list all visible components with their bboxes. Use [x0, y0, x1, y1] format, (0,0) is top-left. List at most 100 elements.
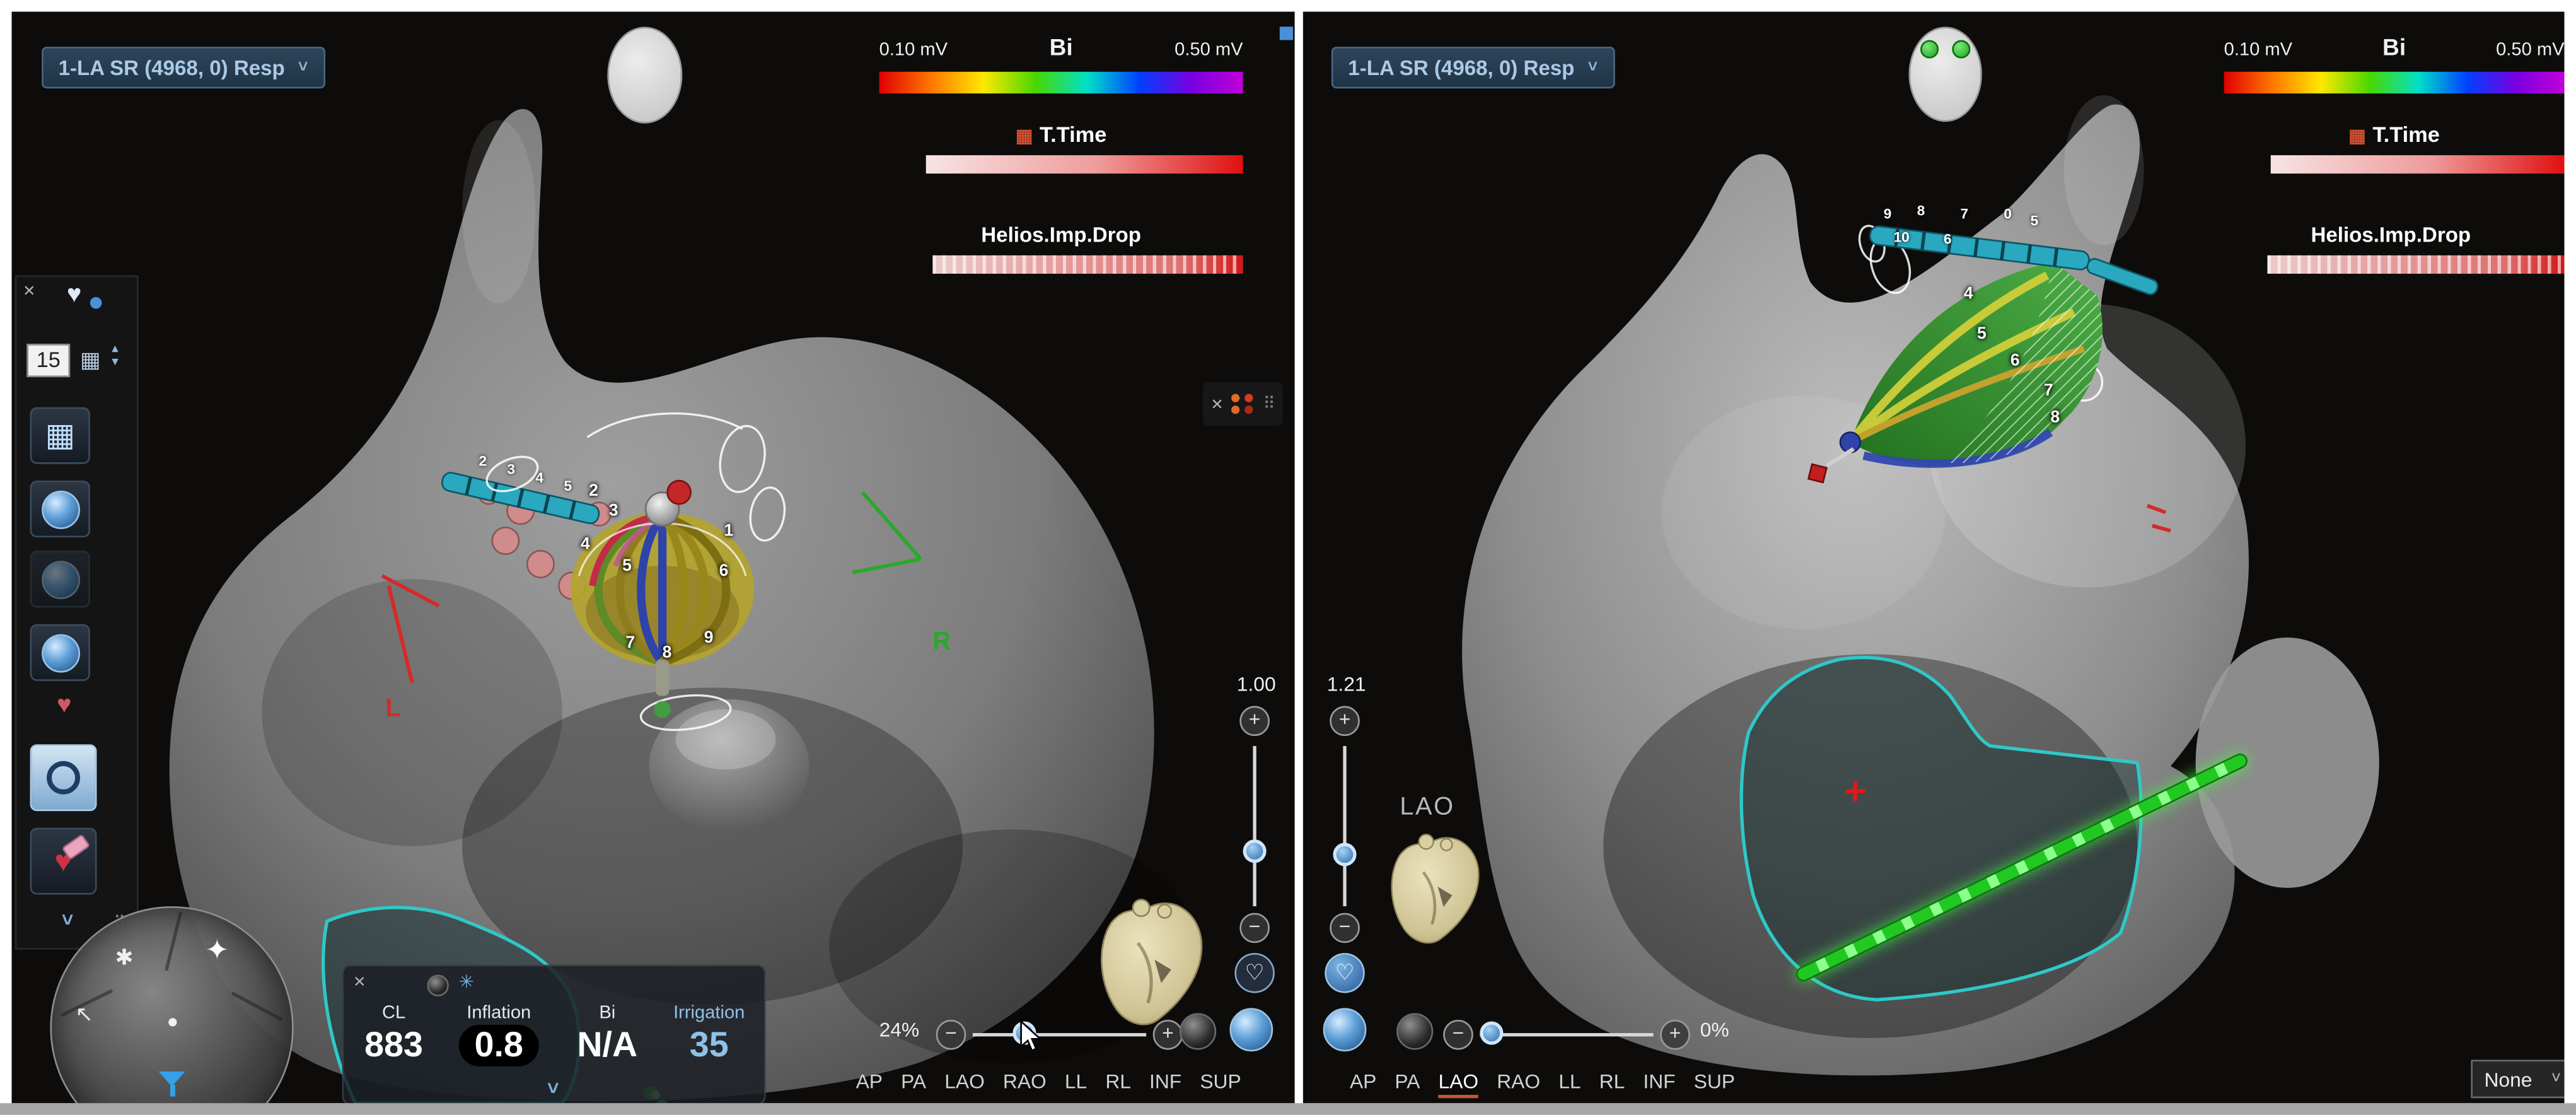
chevron-down-icon: ˅: [298, 59, 308, 77]
orientation-rl[interactable]: RL: [1599, 1070, 1625, 1098]
orientation-pa[interactable]: PA: [901, 1070, 926, 1093]
heart-reference-icon[interactable]: [1380, 826, 1490, 953]
view-orientation-label: LAO: [1400, 793, 1454, 821]
catheter-sphere-icon: [41, 490, 79, 528]
fill-track[interactable]: [973, 1033, 1146, 1036]
orientation-lao[interactable]: LAO: [944, 1070, 985, 1093]
erase-tool-button[interactable]: ♥: [30, 828, 97, 895]
fill-track[interactable]: [1480, 1033, 1653, 1036]
window-bottom-strip: [0, 1103, 2576, 1115]
mini-panel-close-button[interactable]: ×: [1211, 395, 1223, 412]
ttime-color-bar[interactable]: [2271, 155, 2565, 173]
points-count-field[interactable]: 15: [26, 344, 70, 377]
patient-location-indicator: [1908, 26, 1981, 122]
heart-view-button[interactable]: ♡: [1325, 953, 1365, 993]
fill-increase-button[interactable]: +: [1153, 1020, 1183, 1050]
orientation-ap[interactable]: AP: [856, 1070, 883, 1093]
scale-name-label: Bi: [1050, 33, 1073, 60]
map-viewport-right[interactable]: 4 5 6 7 8 9 8 7 10 6 0 5 1-LA SR (4968, …: [1303, 12, 2565, 1104]
wheel-center-dot: [168, 1018, 177, 1026]
red-electrode: [668, 481, 691, 504]
zoom-handle[interactable]: [1243, 839, 1267, 863]
heart-small-icon: ♥: [57, 691, 72, 720]
shading-toggle-button[interactable]: [1180, 1013, 1216, 1049]
shading-toggle-button[interactable]: [1396, 1013, 1433, 1049]
filter-funnel-stem: [170, 1085, 175, 1097]
zoom-value: 1.00: [1220, 672, 1293, 696]
orientation-inf[interactable]: INF: [1149, 1070, 1181, 1093]
catheter-view-button-1[interactable]: [30, 481, 90, 537]
stat-inflation-label: Inflation: [444, 1003, 554, 1023]
stats-freeze-icon[interactable]: ✳: [459, 971, 474, 993]
zoom-handle[interactable]: [1333, 843, 1356, 866]
heart-reference-icon[interactable]: [1088, 893, 1214, 1033]
toolbar-expand-chevron[interactable]: ˅: [62, 908, 74, 931]
rotation-toggle-button[interactable]: [1323, 1008, 1367, 1051]
orientation-pa[interactable]: PA: [1395, 1070, 1420, 1098]
orientation-rl[interactable]: RL: [1105, 1070, 1131, 1093]
stat-irrigation-value: 35: [658, 1027, 761, 1067]
orientation-ll[interactable]: LL: [1065, 1070, 1087, 1093]
toolbar-close-button[interactable]: ×: [23, 282, 35, 298]
zoom-track[interactable]: [1343, 746, 1346, 906]
orientation-ll[interactable]: LL: [1558, 1070, 1581, 1098]
circle-select-tool-button[interactable]: [30, 744, 97, 811]
fill-percent-value: 24%: [856, 1018, 920, 1041]
fill-handle[interactable]: [1480, 1022, 1503, 1045]
grid-small-icon: ▦: [80, 347, 101, 373]
helios-label: Helios.Imp.Drop: [879, 224, 1243, 247]
pointer-tool-icon[interactable]: ↖: [75, 1001, 93, 1028]
fill-increase-button[interactable]: +: [1660, 1020, 1690, 1050]
ttime-grid-icon: ▦: [1016, 127, 1033, 147]
visibility-filter-dropdown[interactable]: None ˅: [2471, 1060, 2564, 1098]
rotation-toggle-button[interactable]: [1229, 1008, 1273, 1051]
map-selector-label: 1-LA SR (4968, 0) Resp: [59, 56, 285, 79]
mini-panel-grip[interactable]: ⠿: [1263, 395, 1275, 413]
wheel-spoke: [231, 991, 283, 1021]
scale-max-label: 0.50 mV: [2496, 40, 2564, 61]
map-selector-label: 1-LA SR (4968, 0) Resp: [1348, 56, 1574, 79]
wheel-spoke: [165, 912, 182, 971]
orientation-sup[interactable]: SUP: [1694, 1070, 1735, 1098]
tag-dots-icon[interactable]: [1231, 394, 1255, 414]
helios-color-bar[interactable]: [932, 255, 1243, 274]
patient-location-indicator: [607, 26, 682, 123]
stat-inflation: Inflation 0.8: [444, 1003, 554, 1066]
orientation-inf[interactable]: INF: [1643, 1070, 1675, 1098]
count-decrement-arrow[interactable]: ▾: [112, 356, 119, 369]
stats-sphere-icon[interactable]: [427, 974, 448, 996]
helios-color-bar[interactable]: [2267, 255, 2564, 274]
stats-close-button[interactable]: ×: [354, 973, 366, 989]
map-selector-dropdown[interactable]: 1-LA SR (4968, 0) Resp ˅: [1332, 47, 1615, 88]
bipolar-scale-labels: 0.10 mV Bi 0.50 mV: [879, 33, 1243, 60]
map-selector-dropdown[interactable]: 1-LA SR (4968, 0) Resp ˅: [42, 47, 325, 88]
red-electrode-marker: [1808, 464, 1826, 482]
orientation-sup[interactable]: SUP: [1200, 1070, 1241, 1093]
zoom-track[interactable]: [1253, 746, 1256, 906]
heart-view-button[interactable]: ♡: [1234, 953, 1275, 993]
patch-status-dot: [1952, 40, 1970, 59]
orientation-rao[interactable]: RAO: [1497, 1070, 1540, 1098]
grid-map-button[interactable]: ▦: [30, 407, 90, 464]
orientation-rao[interactable]: RAO: [1003, 1070, 1047, 1093]
zoom-in-button[interactable]: +: [1330, 706, 1360, 736]
catheter-view-button-3[interactable]: [30, 624, 90, 681]
grab-tool-icon[interactable]: ✱: [115, 945, 134, 971]
map-viewport-left[interactable]: L R 1 2 3 4 5 6 7 8 9 2 3 4 5 1-LA SR (4…: [12, 12, 1295, 1104]
stats-expand-chevron[interactable]: ˅: [547, 1077, 559, 1100]
chevron-down-icon: ˅: [2551, 1070, 2561, 1088]
anatomy-scene-right[interactable]: [1303, 12, 2565, 1104]
orientation-ap[interactable]: AP: [1350, 1070, 1376, 1098]
zoom-in-button[interactable]: +: [1239, 706, 1270, 736]
catheter-view-button-2[interactable]: [30, 551, 90, 607]
fill-decrease-button[interactable]: −: [936, 1020, 966, 1050]
bipolar-color-bar[interactable]: [879, 72, 1243, 93]
fill-decrease-button[interactable]: −: [1443, 1020, 1473, 1050]
zoom-out-button[interactable]: −: [1330, 913, 1360, 943]
zoom-out-button[interactable]: −: [1239, 913, 1270, 943]
helios-hatch: [932, 255, 1243, 274]
orientation-lao-active[interactable]: LAO: [1439, 1070, 1479, 1098]
bipolar-color-bar[interactable]: [2224, 72, 2565, 93]
wand-tool-icon[interactable]: ✦: [206, 935, 229, 968]
ttime-color-bar[interactable]: [926, 155, 1243, 173]
